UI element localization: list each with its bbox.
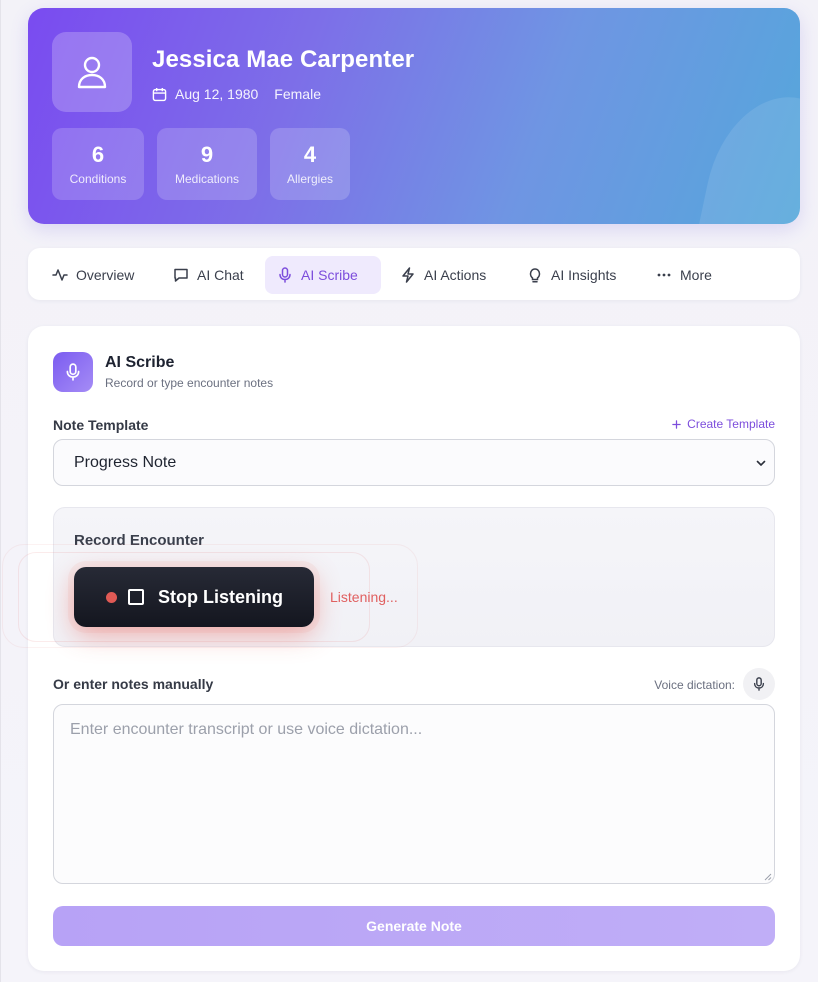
section-title: AI Scribe <box>105 354 175 371</box>
stat-medications[interactable]: 9 Medications <box>157 128 257 200</box>
user-icon <box>77 56 107 89</box>
patient-header: Jessica Mae Carpenter Aug 12, 1980 Femal… <box>28 8 800 224</box>
tab-ai-insights[interactable]: AI Insights <box>515 256 628 294</box>
tab-ai-actions[interactable]: AI Actions <box>388 256 498 294</box>
note-template-value: Progress Note <box>74 453 177 471</box>
patient-sex: Female <box>274 86 321 102</box>
patient-dob: Aug 12, 1980 <box>175 86 259 102</box>
tab-label: Overview <box>76 267 135 283</box>
tab-label: More <box>680 267 712 283</box>
stat-label: Allergies <box>286 172 334 186</box>
create-template-label: Create Template <box>687 417 775 431</box>
stat-label: Medications <box>174 172 240 186</box>
microphone-icon <box>66 363 80 381</box>
scribe-badge <box>53 352 93 392</box>
window-edge <box>0 0 1 982</box>
voice-dictation-label: Voice dictation: <box>654 678 735 692</box>
voice-dictation-button[interactable] <box>743 668 775 700</box>
lightning-icon <box>402 267 414 283</box>
tab-ai-chat[interactable]: AI Chat <box>161 256 256 294</box>
calendar-icon <box>152 87 167 101</box>
ai-scribe-panel: AI Scribe Record or type encounter notes… <box>2 326 800 971</box>
create-template-link[interactable]: Create Template <box>672 417 775 431</box>
tab-label: AI Actions <box>424 267 487 283</box>
tab-bar: Overview AI Chat AI Scribe AI Actions AI… <box>28 248 800 300</box>
tab-ai-scribe[interactable]: AI Scribe <box>265 256 381 294</box>
tab-label: AI Chat <box>197 267 244 283</box>
header-decoration <box>693 83 800 224</box>
activity-icon <box>52 269 68 281</box>
section-subtitle: Record or type encounter notes <box>105 376 274 390</box>
chevron-down-icon <box>756 460 766 466</box>
stop-listening-button[interactable]: Stop Listening <box>74 567 314 627</box>
stop-icon <box>128 589 144 605</box>
note-template-select[interactable]: Progress Note <box>53 439 775 486</box>
stat-value: 4 <box>303 142 317 167</box>
tab-label: AI Scribe <box>301 267 358 283</box>
stat-conditions[interactable]: 6 Conditions <box>52 128 144 200</box>
microphone-icon <box>753 677 765 691</box>
stat-allergies[interactable]: 4 Allergies <box>270 128 350 200</box>
more-dots-icon <box>657 273 671 277</box>
generate-note-button[interactable]: Generate Note <box>53 906 775 946</box>
listening-status: Listening... <box>330 589 398 605</box>
stat-label: Conditions <box>69 172 127 186</box>
recording-dot-icon <box>106 591 117 603</box>
patient-name: Jessica Mae Carpenter <box>152 46 415 73</box>
note-template-label: Note Template <box>53 417 149 433</box>
lightbulb-icon <box>529 268 541 283</box>
notes-placeholder: Enter encounter transcript or use voice … <box>70 721 423 738</box>
avatar <box>52 32 132 112</box>
stop-listening-label: Stop Listening <box>158 586 283 607</box>
tab-overview[interactable]: Overview <box>40 256 146 294</box>
manual-notes-label: Or enter notes manually <box>53 676 214 692</box>
notes-textarea[interactable]: Enter encounter transcript or use voice … <box>53 704 775 884</box>
generate-note-label: Generate Note <box>366 918 462 934</box>
stat-value: 9 <box>200 142 214 167</box>
chat-icon <box>174 268 188 282</box>
patient-meta: Aug 12, 1980 Female <box>152 84 321 104</box>
stat-value: 6 <box>91 142 105 167</box>
plus-icon <box>672 419 681 429</box>
microphone-icon <box>279 267 291 283</box>
tab-more[interactable]: More <box>644 256 724 294</box>
resize-handle-icon[interactable] <box>764 873 772 881</box>
tab-label: AI Insights <box>551 267 617 283</box>
